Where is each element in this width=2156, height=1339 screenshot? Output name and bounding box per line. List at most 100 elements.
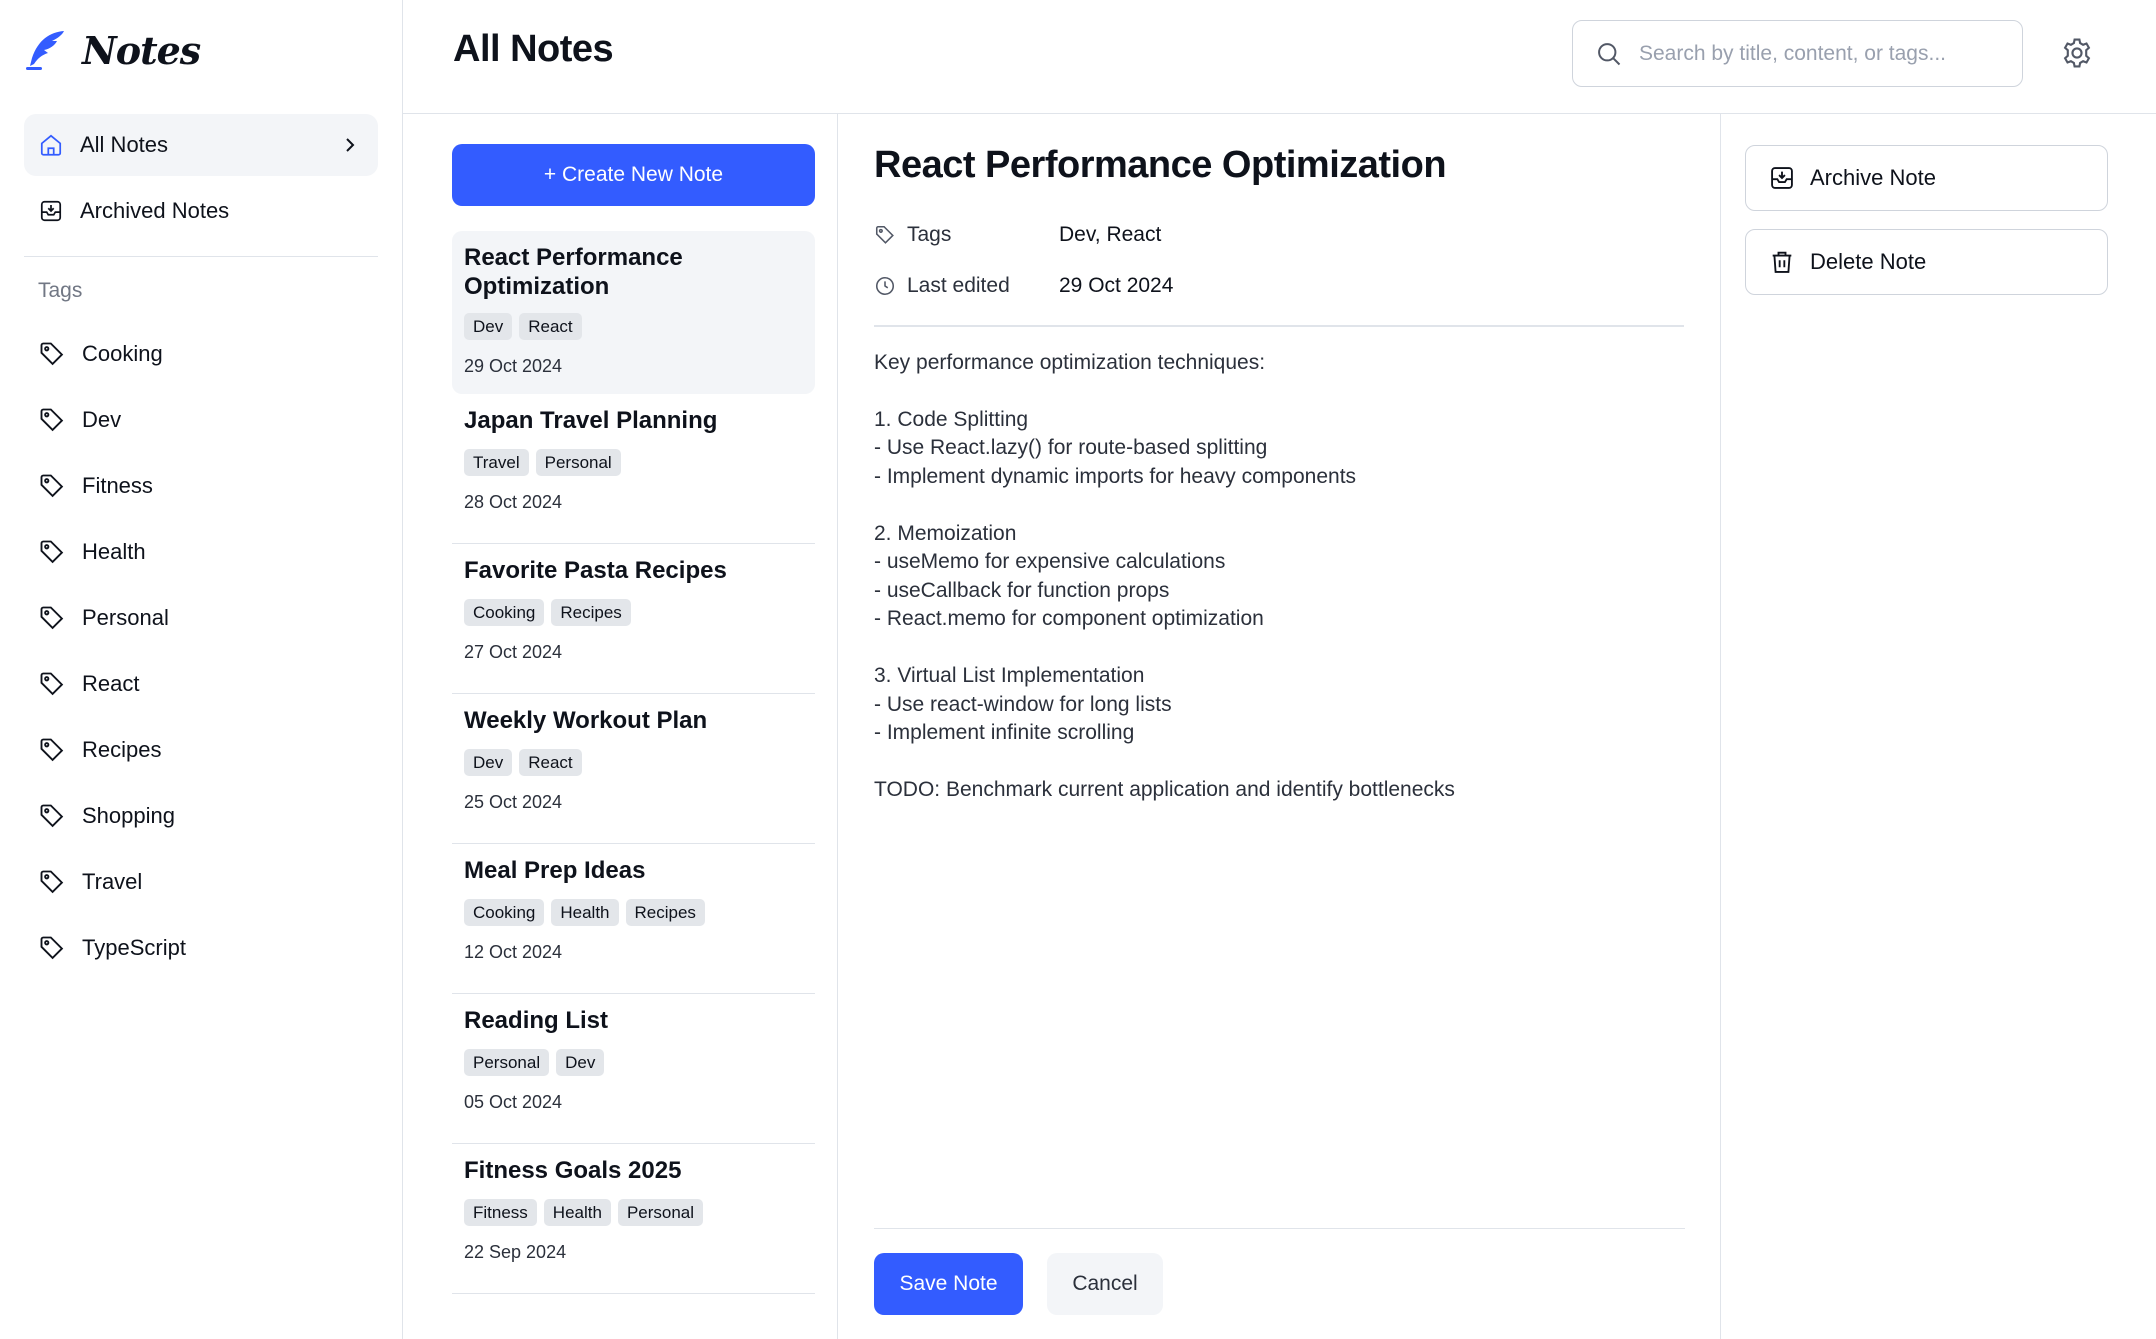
archive-note-button[interactable]: Archive Note (1745, 145, 2108, 211)
sidebar-tag-fitness[interactable]: Fitness (24, 453, 378, 519)
last-edited-value: 29 Oct 2024 (1059, 273, 1174, 297)
content-line: 1. Code Splitting (874, 407, 1029, 431)
last-edited-label: Last edited (907, 273, 1010, 297)
tag-icon (40, 408, 64, 432)
create-new-note-button[interactable]: + Create New Note (452, 144, 815, 206)
sidebar-tag-label: Fitness (82, 473, 153, 498)
tags-value[interactable]: Dev, React (1059, 223, 1161, 247)
content-line: - Use React.lazy() for route-based split… (874, 436, 1268, 459)
note-card-title: Reading List (464, 1007, 609, 1034)
tag-chip: Personal (535, 449, 621, 476)
sidebar-tag-recipes[interactable]: Recipes (24, 717, 378, 783)
sidebar-tag-dev[interactable]: Dev (24, 387, 378, 453)
sidebar-tag-label: Shopping (82, 803, 175, 828)
sidebar-item-label: All Notes (80, 132, 169, 157)
note-card-date: 28 Oct 2024 (464, 492, 563, 512)
note-card-title: Favorite Pasta Recipes (464, 557, 727, 584)
tag-icon (40, 738, 64, 762)
sidebar-tag-travel[interactable]: Travel (24, 849, 378, 915)
note-card-tags: Dev React (464, 313, 803, 340)
editor-divider (874, 325, 1684, 327)
archive-icon (1771, 167, 1793, 189)
note-card-date: 12 Oct 2024 (464, 942, 563, 962)
logo: Notes (24, 0, 378, 100)
content-paragraph: Key performance optimization techniques: (874, 349, 1684, 378)
tag-chip: Recipes (551, 599, 631, 626)
search-box[interactable] (1572, 20, 2023, 87)
content-line: - Implement dynamic imports for heavy co… (874, 464, 1357, 488)
cancel-button[interactable]: Cancel (1047, 1253, 1163, 1315)
tag-icon (40, 870, 64, 894)
note-card[interactable]: React Performance Optimization Dev React 29… (452, 231, 815, 394)
tag-icon (40, 936, 64, 960)
save-note-button[interactable]: Save Note (874, 1253, 1023, 1315)
note-card[interactable]: Meal Prep Ideas Cooking Health Recipes 12 Oc… (452, 844, 815, 994)
tags-row: Tags Dev, React (874, 209, 1684, 260)
content-line: 2. Memoization (874, 521, 1017, 545)
header: All Notes (403, 0, 2156, 114)
tag-chip: Travel (464, 449, 529, 476)
delete-note-label: Delete Note (1810, 249, 1927, 274)
note-card-title: Fitness Goals 2025 (464, 1157, 682, 1184)
notes-app: Notes All Notes Archived Notes Tags Cook… (0, 0, 2156, 1339)
tag-icon (40, 606, 64, 630)
tag-icon (40, 804, 64, 828)
tag-chip: React (519, 749, 582, 776)
note-card-tags: Travel Personal (464, 449, 803, 476)
content-line: - React.memo for component optimization (874, 607, 1264, 630)
sidebar-tag-label: Dev (82, 407, 122, 432)
tag-chip: Recipes (625, 899, 705, 926)
sidebar-tag-typescript[interactable]: TypeScript (24, 915, 378, 981)
editor-footer: Save Note Cancel (874, 1228, 1685, 1339)
tag-icon (875, 225, 894, 244)
search-icon (1598, 42, 1621, 65)
note-card[interactable]: Favorite Pasta Recipes Cooking Recipes 27 O… (452, 544, 815, 694)
tag-chip: Personal (617, 1199, 704, 1226)
note-card-date: 25 Oct 2024 (464, 792, 563, 812)
tag-chip: Cooking (464, 599, 545, 626)
note-card-date: 05 Oct 2024 (464, 1092, 563, 1112)
sidebar-tag-personal[interactable]: Personal (24, 585, 378, 651)
sidebar-item-archived-notes[interactable]: Archived Notes (24, 180, 378, 242)
sidebar-tag-label: TypeScript (82, 935, 186, 960)
sidebar-item-all-notes[interactable]: All Notes (24, 114, 378, 176)
content-paragraph: TODO: Benchmark current application and … (874, 776, 1684, 805)
tag-chip: Health (543, 1199, 611, 1226)
archive-icon (40, 200, 62, 222)
sidebar-tag-shopping[interactable]: Shopping (24, 783, 378, 849)
note-card[interactable]: Japan Travel Planning Travel Personal 28 Oc… (452, 394, 815, 544)
note-card-title: React Performance Optimization (464, 244, 683, 300)
sidebar-divider (24, 256, 378, 257)
note-card-date: 22 Sep 2024 (464, 1242, 567, 1262)
sidebar-tag-cooking[interactable]: Cooking (24, 321, 378, 387)
delete-note-button[interactable]: Delete Note (1745, 229, 2108, 295)
note-card[interactable]: Weekly Workout Plan Dev React 25 Oct 2024 (452, 694, 815, 844)
search-input[interactable] (1637, 40, 1997, 67)
tag-chip: Fitness (464, 1199, 537, 1226)
sidebar-tag-react[interactable]: React (24, 651, 378, 717)
tag-chip: Cooking (464, 899, 545, 926)
settings-gear-icon[interactable] (2060, 36, 2094, 70)
tag-icon (40, 342, 64, 366)
note-card-title: Meal Prep Ideas (464, 857, 646, 884)
note-card[interactable]: Reading List Personal Dev 05 Oct 2024 (452, 994, 815, 1144)
clock-icon (875, 276, 895, 295)
note-title[interactable]: React Performance Optimization (874, 144, 1684, 187)
note-card-tags: Cooking Recipes (464, 599, 803, 626)
note-card[interactable]: Fitness Goals 2025 Fitness Health Personal 2… (452, 1144, 815, 1294)
notes-container: React Performance Optimization Dev React 29… (452, 231, 815, 1294)
chevron-right-icon (346, 138, 355, 152)
note-content[interactable]: Key performance optimization techniques:… (874, 349, 1684, 805)
tag-chip: Dev (556, 1049, 605, 1076)
content-line: - Implement infinite scrolling (874, 721, 1135, 744)
tag-chip: React (519, 313, 582, 340)
sidebar-tag-label: Recipes (82, 737, 162, 762)
content-paragraph: 2. Memoization - useMemo for expensive ca… (874, 520, 1684, 634)
sidebar-tag-health[interactable]: Health (24, 519, 378, 585)
archive-note-label: Archive Note (1810, 165, 1936, 190)
tags-heading: Tags (38, 279, 83, 302)
sidebar: Notes All Notes Archived Notes Tags Cook… (0, 0, 403, 1339)
tag-icon (40, 540, 64, 564)
sidebar-tag-label: Personal (82, 605, 169, 630)
tags-label: Tags (907, 222, 952, 246)
